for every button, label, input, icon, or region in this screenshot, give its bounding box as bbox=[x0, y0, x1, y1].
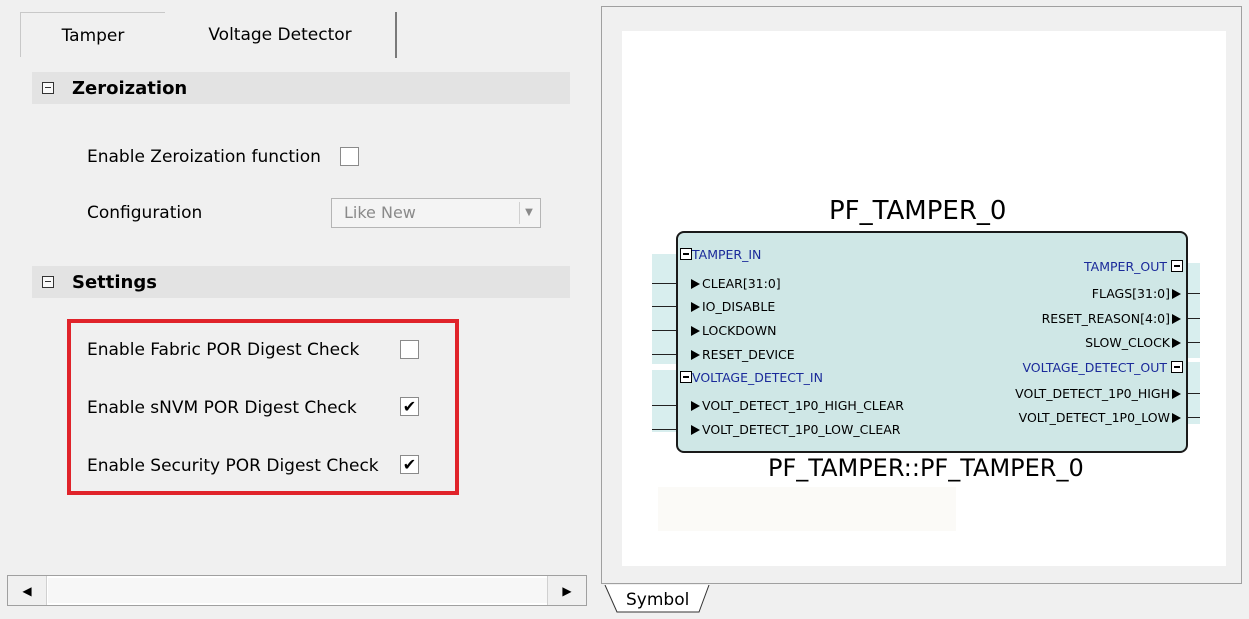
left-group-band bbox=[652, 254, 676, 364]
pin-label: VOLT_DETECT_1P0_LOW_CLEAR bbox=[702, 422, 901, 437]
settings-heading: Settings bbox=[72, 271, 157, 293]
collapse-icon[interactable] bbox=[1171, 260, 1183, 272]
group-tamper-in[interactable]: TAMPER_IN bbox=[680, 247, 761, 262]
settings-group-header[interactable]: Settings bbox=[32, 266, 570, 298]
group-voltage-detect-in[interactable]: VOLTAGE_DETECT_IN bbox=[680, 370, 823, 385]
tab-underline bbox=[20, 57, 165, 58]
input-arrow-icon bbox=[691, 350, 700, 360]
input-arrow-icon bbox=[691, 401, 700, 411]
right-group-band bbox=[1188, 263, 1200, 358]
pin-label: VOLT_DETECT_1P0_LOW bbox=[1018, 410, 1170, 425]
enable-zeroization-checkbox[interactable] bbox=[340, 147, 359, 166]
left-group-band bbox=[652, 370, 676, 432]
pin-stub bbox=[652, 405, 676, 406]
pin-label: LOCKDOWN bbox=[702, 323, 777, 338]
output-arrow-icon bbox=[1172, 389, 1181, 399]
tab-symbol-label: Symbol bbox=[626, 590, 690, 610]
tab-voltage-detector[interactable]: Voltage Detector bbox=[165, 12, 397, 58]
horizontal-scrollbar[interactable]: ◀ ▶ bbox=[7, 575, 587, 606]
collapse-icon[interactable] bbox=[1171, 361, 1183, 373]
configuration-value: Like New bbox=[344, 203, 416, 222]
tab-tamper[interactable]: Tamper bbox=[20, 12, 165, 58]
pin-stub bbox=[1188, 393, 1200, 394]
tab-tamper-label: Tamper bbox=[61, 25, 125, 46]
zeroization-group-header[interactable]: Zeroization bbox=[32, 72, 570, 104]
pin-label: RESET_DEVICE bbox=[702, 347, 795, 362]
pin-label: CLEAR[31:0] bbox=[702, 276, 781, 291]
pin-slow-clock[interactable]: SLOW_CLOCK bbox=[1085, 335, 1183, 350]
pin-stub bbox=[652, 283, 676, 284]
faint-placeholder bbox=[658, 487, 956, 531]
pin-flags[interactable]: FLAGS[31:0] bbox=[1092, 286, 1183, 301]
input-arrow-icon bbox=[691, 425, 700, 435]
group-label: VOLTAGE_DETECT_OUT bbox=[1022, 360, 1168, 375]
pin-stub bbox=[1188, 342, 1200, 343]
pin-stub bbox=[652, 306, 676, 307]
pin-stub bbox=[1188, 318, 1200, 319]
symbol-type-name: PF_TAMPER::PF_TAMPER_0 bbox=[768, 454, 1084, 482]
highlight-box bbox=[67, 319, 459, 495]
collapse-icon[interactable] bbox=[42, 276, 54, 288]
scroll-right-icon[interactable]: ▶ bbox=[547, 576, 586, 605]
pin-stub bbox=[652, 354, 676, 355]
group-label: TAMPER_IN bbox=[692, 247, 762, 262]
pin-io-disable[interactable]: IO_DISABLE bbox=[691, 299, 775, 314]
input-arrow-icon bbox=[691, 326, 700, 336]
collapse-icon[interactable] bbox=[42, 82, 54, 94]
pin-stub bbox=[652, 429, 676, 430]
pin-stub bbox=[1188, 417, 1200, 418]
input-arrow-icon bbox=[691, 302, 700, 312]
pin-stub bbox=[652, 330, 676, 331]
pin-volt-high[interactable]: VOLT_DETECT_1P0_HIGH bbox=[1015, 386, 1183, 401]
pin-reset-device[interactable]: RESET_DEVICE bbox=[691, 347, 795, 362]
pin-lockdown[interactable]: LOCKDOWN bbox=[691, 323, 776, 338]
group-label: VOLTAGE_DETECT_IN bbox=[692, 370, 823, 385]
pin-label: FLAGS[31:0] bbox=[1091, 286, 1170, 301]
pin-clear[interactable]: CLEAR[31:0] bbox=[691, 276, 781, 291]
pin-label: IO_DISABLE bbox=[702, 299, 776, 314]
pin-volt-high-clear[interactable]: VOLT_DETECT_1P0_HIGH_CLEAR bbox=[691, 398, 904, 413]
tamper-config-panel: Tamper Voltage Detector Zeroization Enab… bbox=[0, 0, 598, 619]
group-voltage-detect-out[interactable]: VOLTAGE_DETECT_OUT bbox=[1022, 360, 1183, 375]
output-arrow-icon bbox=[1172, 413, 1181, 423]
configuration-label: Configuration bbox=[87, 203, 203, 223]
zeroization-heading: Zeroization bbox=[72, 77, 188, 99]
input-arrow-icon bbox=[691, 279, 700, 289]
scroll-left-icon[interactable]: ◀ bbox=[8, 576, 47, 605]
group-label: TAMPER_OUT bbox=[1084, 259, 1168, 274]
output-arrow-icon bbox=[1172, 314, 1181, 324]
collapse-icon[interactable] bbox=[680, 371, 692, 383]
pin-label: VOLT_DETECT_1P0_HIGH_CLEAR bbox=[702, 398, 904, 413]
pin-label: RESET_REASON[4:0] bbox=[1041, 311, 1170, 326]
pin-reset-reason[interactable]: RESET_REASON[4:0] bbox=[1042, 311, 1183, 326]
pin-stub bbox=[1188, 293, 1200, 294]
scrollbar-thumb[interactable] bbox=[48, 578, 558, 603]
output-arrow-icon bbox=[1172, 338, 1181, 348]
pin-volt-low-clear[interactable]: VOLT_DETECT_1P0_LOW_CLEAR bbox=[691, 422, 900, 437]
chevron-down-icon[interactable]: ▼ bbox=[519, 202, 538, 224]
pin-volt-low[interactable]: VOLT_DETECT_1P0_LOW bbox=[1019, 410, 1183, 425]
symbol-instance-name: PF_TAMPER_0 bbox=[829, 196, 1007, 226]
pin-label: SLOW_CLOCK bbox=[1085, 335, 1170, 350]
tab-voltage-detector-label: Voltage Detector bbox=[208, 25, 352, 45]
enable-zeroization-label: Enable Zeroization function bbox=[87, 147, 321, 167]
output-arrow-icon bbox=[1172, 289, 1181, 299]
configuration-select[interactable]: Like New ▼ bbox=[331, 198, 541, 228]
pin-label: VOLT_DETECT_1P0_HIGH bbox=[1015, 386, 1170, 401]
group-tamper-out[interactable]: TAMPER_OUT bbox=[1084, 259, 1183, 274]
collapse-icon[interactable] bbox=[680, 248, 692, 260]
